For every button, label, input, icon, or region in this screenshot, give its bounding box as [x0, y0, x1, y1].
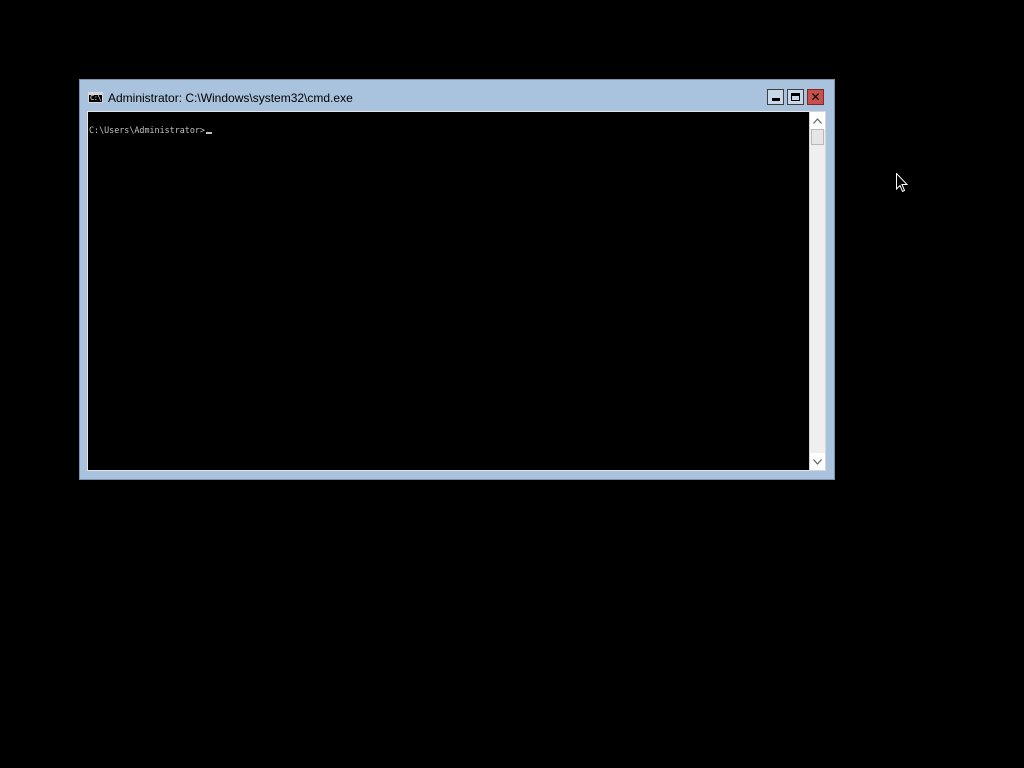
window-title: Administrator: C:\Windows\system32\cmd.e… — [108, 91, 353, 105]
close-icon: ✕ — [810, 90, 821, 104]
maximize-button[interactable] — [787, 89, 804, 105]
command-prompt: C:\Users\Administrator> — [89, 125, 205, 135]
scroll-thumb[interactable] — [811, 129, 824, 145]
title-bar[interactable]: C:\ Administrator: C:\Windows\system32\c… — [80, 80, 834, 110]
chevron-down-icon — [813, 458, 822, 465]
arrow-pointer-icon — [896, 173, 908, 193]
minimize-icon — [771, 97, 780, 101]
console-prompt-line: C:\Users\Administrator> — [89, 125, 212, 135]
desktop: C:\ Administrator: C:\Windows\system32\c… — [0, 0, 1024, 768]
command-prompt-window[interactable]: C:\ Administrator: C:\Windows\system32\c… — [79, 79, 835, 480]
maximize-icon — [791, 93, 800, 101]
vertical-scrollbar[interactable] — [809, 111, 826, 471]
cmd-icon[interactable]: C:\ — [88, 92, 103, 103]
scroll-down-button[interactable] — [810, 453, 825, 470]
minimize-button[interactable] — [767, 89, 784, 105]
close-button[interactable]: ✕ — [807, 89, 824, 105]
chevron-up-icon — [813, 117, 822, 124]
console-output-area[interactable]: C:\Users\Administrator> — [87, 111, 809, 471]
scroll-up-button[interactable] — [810, 112, 825, 129]
cmd-icon-glyph: C:\ — [90, 94, 102, 102]
text-cursor — [205, 132, 212, 134]
